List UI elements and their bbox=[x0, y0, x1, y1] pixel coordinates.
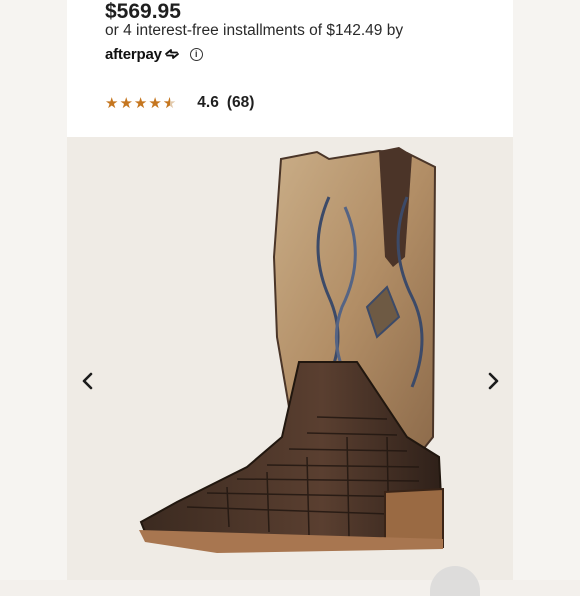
next-image-button[interactable] bbox=[483, 370, 503, 392]
afterpay-label: afterpay bbox=[105, 45, 162, 63]
chevron-left-icon bbox=[82, 372, 93, 390]
info-icon[interactable]: i bbox=[189, 47, 203, 61]
rating-value: 4.6 bbox=[197, 94, 219, 111]
star-icon: ★ bbox=[119, 94, 133, 112]
afterpay-logo[interactable]: afterpay bbox=[105, 46, 180, 63]
product-info-card: $569.95 or 4 interest-free installments … bbox=[67, 0, 513, 137]
star-rating: ★ ★ ★ ★ ★ ★ bbox=[105, 96, 176, 111]
product-image[interactable] bbox=[67, 137, 513, 580]
star-icon: ★ bbox=[133, 94, 148, 112]
boot-image bbox=[139, 147, 445, 553]
half-star-icon: ★ ★ bbox=[162, 94, 177, 112]
star-icon: ★ bbox=[148, 94, 162, 112]
installments-text: or 4 interest-free installments of $142.… bbox=[105, 22, 404, 39]
chevron-right-icon bbox=[488, 372, 499, 390]
right-gutter bbox=[513, 0, 580, 580]
afterpay-row: afterpay i bbox=[105, 44, 203, 64]
star-icon: ★ bbox=[105, 94, 119, 112]
rating-row[interactable]: ★ ★ ★ ★ ★ ★ 4.6 (68) bbox=[105, 92, 254, 114]
afterpay-arrows-icon bbox=[164, 49, 179, 59]
left-gutter bbox=[0, 0, 67, 580]
prev-image-button[interactable] bbox=[78, 370, 98, 392]
review-count[interactable]: (68) bbox=[227, 94, 255, 112]
